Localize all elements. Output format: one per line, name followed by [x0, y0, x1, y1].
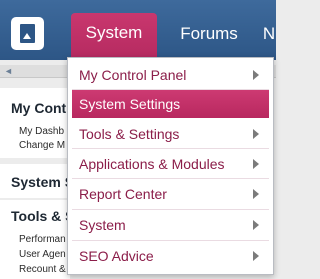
menu-item-label: Applications & Modules [79, 156, 225, 172]
menu-item-tools-settings[interactable]: Tools & Settings [72, 120, 269, 148]
panel-title-my-control: My Contr [11, 100, 72, 116]
menu-item-applications-modules[interactable]: Applications & Modules [72, 150, 269, 178]
nav-tab-next[interactable]: N [262, 17, 276, 60]
link-user-agent[interactable]: User Agen [19, 249, 66, 260]
menu-item-label: My Control Panel [79, 67, 187, 83]
chevron-right-icon [253, 70, 259, 80]
panel-title-tools-settings: Tools & S [11, 208, 75, 224]
menu-item-label: Report Center [79, 186, 167, 202]
link-performance[interactable]: Performan [19, 234, 66, 245]
nav-tab-system[interactable]: System [71, 13, 157, 60]
chevron-right-icon [253, 220, 259, 230]
chevron-right-icon [253, 189, 259, 199]
link-change[interactable]: Change M [19, 140, 65, 151]
nav-tab-forums[interactable]: Forums [174, 17, 244, 60]
menu-item-label: System Settings [79, 96, 181, 112]
menu-item-label: System [79, 217, 126, 233]
menu-item-label: SEO Advice [79, 248, 154, 264]
menu-divider [72, 178, 269, 179]
system-dropdown-menu: My Control Panel System Settings Tools &… [67, 57, 274, 275]
chevron-right-icon [253, 251, 259, 261]
collapse-arrow-icon[interactable]: ◄ [4, 65, 13, 78]
my-control-panel-block: My Contr My Dashb Change M [0, 88, 72, 158]
link-my-dashboard[interactable]: My Dashb [19, 126, 64, 137]
menu-divider [72, 240, 269, 241]
logo-notch [23, 33, 31, 39]
menu-item-my-control-panel[interactable]: My Control Panel [72, 61, 269, 89]
menu-item-system[interactable]: System [72, 211, 269, 239]
menu-item-system-settings[interactable]: System Settings [72, 90, 269, 118]
chevron-right-icon [253, 159, 259, 169]
logo-icon[interactable] [11, 17, 44, 50]
chevron-right-icon [253, 129, 259, 139]
tools-settings-block: Tools & S Performan User Agen Recount & … [0, 200, 102, 279]
menu-item-label: Tools & Settings [79, 126, 180, 142]
menu-divider [72, 148, 269, 149]
menu-divider [72, 209, 269, 210]
menu-item-seo-advice[interactable]: SEO Advice [72, 242, 269, 270]
system-settings-block: System S [0, 164, 74, 198]
menu-item-report-center[interactable]: Report Center [72, 180, 269, 208]
panel-title-system-settings: System S [11, 174, 75, 190]
top-navigation-bar: System Forums N [0, 0, 276, 60]
